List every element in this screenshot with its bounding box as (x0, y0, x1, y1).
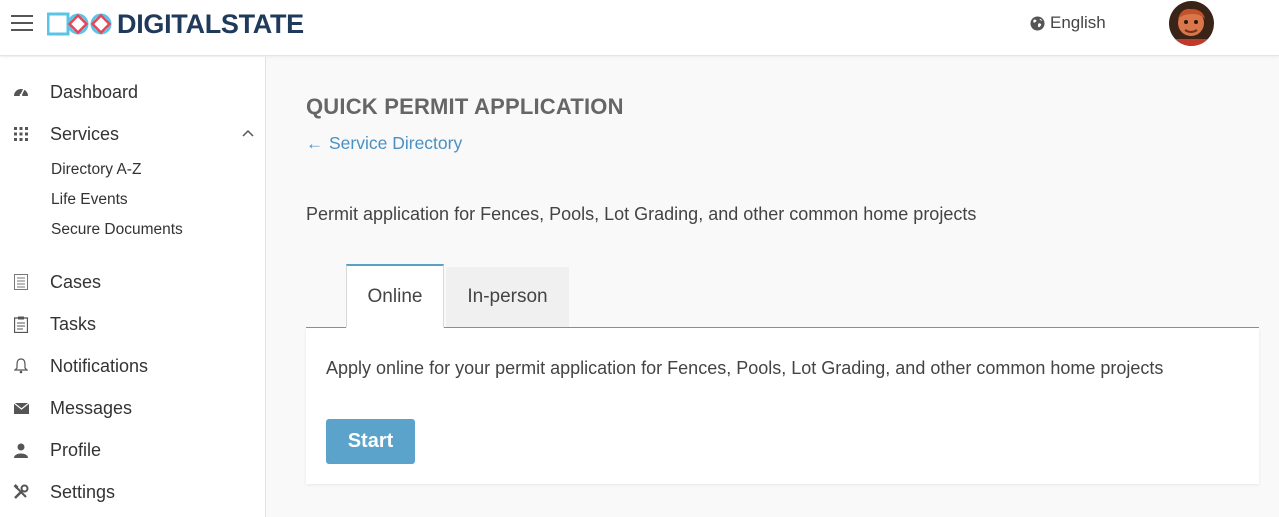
sidebar-item-label: Tasks (50, 313, 97, 334)
sidebar-item-label: Settings (50, 481, 116, 502)
sidebar-item-label: Cases (50, 271, 102, 292)
sidebar-item-label: Dashboard (50, 81, 139, 102)
grid-dots-icon (12, 125, 30, 143)
panel-description: Apply online for your permit application… (326, 358, 1164, 378)
hamburger-menu-icon[interactable] (11, 15, 33, 33)
sidebar-item-label: Services (50, 123, 120, 144)
sidebar-subitem-directory-a-z[interactable]: Directory A-Z (51, 161, 141, 179)
envelope-icon (12, 399, 30, 417)
sidebar-item-tasks[interactable]: Tasks (0, 307, 266, 341)
globe-icon (1030, 15, 1045, 31)
chevron-up-icon[interactable] (241, 127, 255, 141)
sidebar-item-settings[interactable]: Settings (0, 475, 266, 509)
clipboard-icon (12, 315, 30, 333)
sidebar-item-profile[interactable]: Profile (0, 433, 266, 467)
start-button[interactable]: Start (326, 419, 415, 464)
tab-panel-online: Apply online for your permit application… (306, 328, 1259, 484)
back-link-label: Service Directory (329, 133, 463, 153)
back-link-service-directory[interactable]: ← Service Directory (306, 133, 462, 154)
sidebar-item-label: Messages (50, 397, 133, 418)
language-selector[interactable]: English (1030, 13, 1106, 33)
tab-online[interactable]: Online (346, 264, 444, 328)
person-icon (12, 441, 30, 459)
sidebar-item-messages[interactable]: Messages (0, 391, 266, 425)
page-description: Permit application for Fences, Pools, Lo… (306, 204, 977, 224)
top-header: DIGITALSTATE English (0, 0, 1279, 56)
dashboard-gauge-icon (12, 83, 30, 101)
list-icon (12, 273, 30, 291)
sidebar-item-notifications[interactable]: Notifications (0, 349, 266, 383)
sidebar-item-label: Profile (50, 439, 102, 460)
page-title: QUICK PERMIT APPLICATION (306, 94, 624, 119)
sidebar-item-dashboard[interactable]: Dashboard (0, 75, 266, 109)
tools-icon (12, 483, 30, 501)
avatar-image (1169, 1, 1214, 46)
brand-logo[interactable]: DIGITALSTATE (47, 9, 304, 39)
sidebar-subitem-life-events[interactable]: Life Events (51, 191, 128, 209)
arrow-left-icon: ← (306, 133, 323, 153)
language-label: English (1050, 13, 1106, 32)
sidebar-item-label: Notifications (50, 355, 149, 376)
user-avatar[interactable] (1169, 1, 1214, 46)
logo-mark-icon (47, 12, 112, 36)
sidebar-item-cases[interactable]: Cases (0, 265, 266, 299)
sidebar-subitem-secure-documents[interactable]: Secure Documents (51, 221, 183, 239)
sidebar: Dashboard Services Directory A-Z Life Ev… (0, 57, 266, 517)
tab-in-person[interactable]: In-person (446, 267, 569, 327)
bell-icon (12, 357, 30, 375)
brand-name: DIGITALSTATE (117, 9, 304, 39)
sidebar-item-services[interactable]: Services (0, 117, 266, 151)
